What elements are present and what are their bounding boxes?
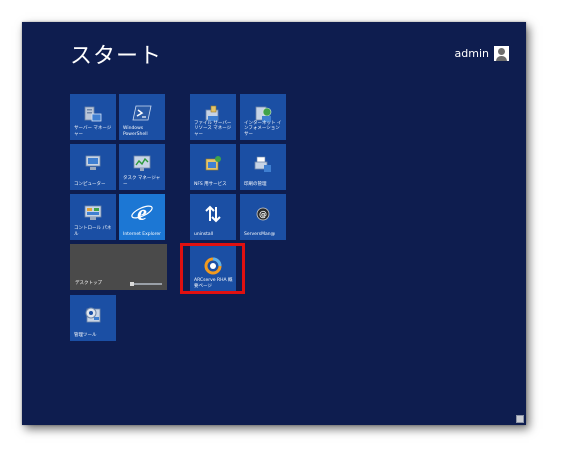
user-avatar-icon [494, 46, 509, 61]
tile-computer[interactable]: コンピューター [70, 144, 116, 190]
tile-label: uninstall [194, 231, 214, 237]
tile-label: Windows PowerShell [123, 126, 148, 137]
tile-label: Internet Explorer [123, 231, 162, 237]
tile-powershell[interactable]: Windows PowerShell [119, 94, 165, 140]
tile-label: コントロール パネル [74, 226, 112, 237]
tile-label: インターネット インフォメーション サー [244, 120, 282, 137]
zoom-icon[interactable] [516, 415, 524, 423]
user-account[interactable]: admin [455, 46, 509, 61]
tile-label: サーバー マネージャー [74, 126, 112, 137]
highlight-box [180, 243, 245, 294]
uninstall-icon [205, 205, 221, 223]
svg-text:e: e [137, 201, 147, 223]
nfs-icon [205, 156, 221, 171]
tile-uninstall[interactable]: uninstall [190, 194, 236, 240]
tile-label: タスク マネージャー [123, 176, 161, 187]
internet-explorer-icon: e [131, 201, 153, 223]
tile-file-server-resource-manager[interactable]: ファイル サーバー リソース マネージャー [190, 94, 236, 140]
tile-label: NFS 用サービス [194, 181, 227, 187]
tile-label: コンピューター [74, 181, 106, 187]
tile-serversman[interactable]: @ ServersMan@ [240, 194, 286, 240]
tile-label: 印刷の管理 [244, 181, 267, 187]
tile-server-manager[interactable]: サーバー マネージャー [70, 94, 116, 140]
tile-admin-tools[interactable]: 管理ツール [70, 295, 116, 341]
tile-print-management[interactable]: 印刷の管理 [240, 144, 286, 190]
tile-label: 管理ツール [74, 332, 97, 338]
task-manager-icon [133, 155, 151, 171]
powershell-icon [132, 105, 152, 121]
tile-label: デスクトップ [75, 280, 102, 286]
admin-tools-icon [85, 307, 101, 323]
serversman-icon: @ [256, 207, 270, 221]
tile-nfs-services[interactable]: NFS 用サービス [190, 144, 236, 190]
start-screen: スタート admin サーバー マネージャー Windows PowerShel… [22, 22, 526, 425]
tile-desktop[interactable]: デスクトップ [70, 244, 167, 290]
svg-text:@: @ [259, 210, 267, 219]
tile-label: ServersMan@ [244, 231, 276, 237]
tile-iis[interactable]: インターネット インフォメーション サー [240, 94, 286, 140]
tile-task-manager[interactable]: タスク マネージャー [119, 144, 165, 190]
tile-internet-explorer[interactable]: e Internet Explorer [119, 194, 165, 240]
tile-control-panel[interactable]: コントロール パネル [70, 194, 116, 240]
print-management-icon [254, 156, 271, 172]
start-title: スタート [70, 44, 163, 69]
control-panel-icon [84, 205, 102, 220]
server-manager-icon [84, 106, 102, 122]
computer-icon [85, 155, 101, 170]
tile-label: ファイル サーバー リソース マネージャー [194, 120, 232, 137]
user-name: admin [454, 47, 489, 60]
